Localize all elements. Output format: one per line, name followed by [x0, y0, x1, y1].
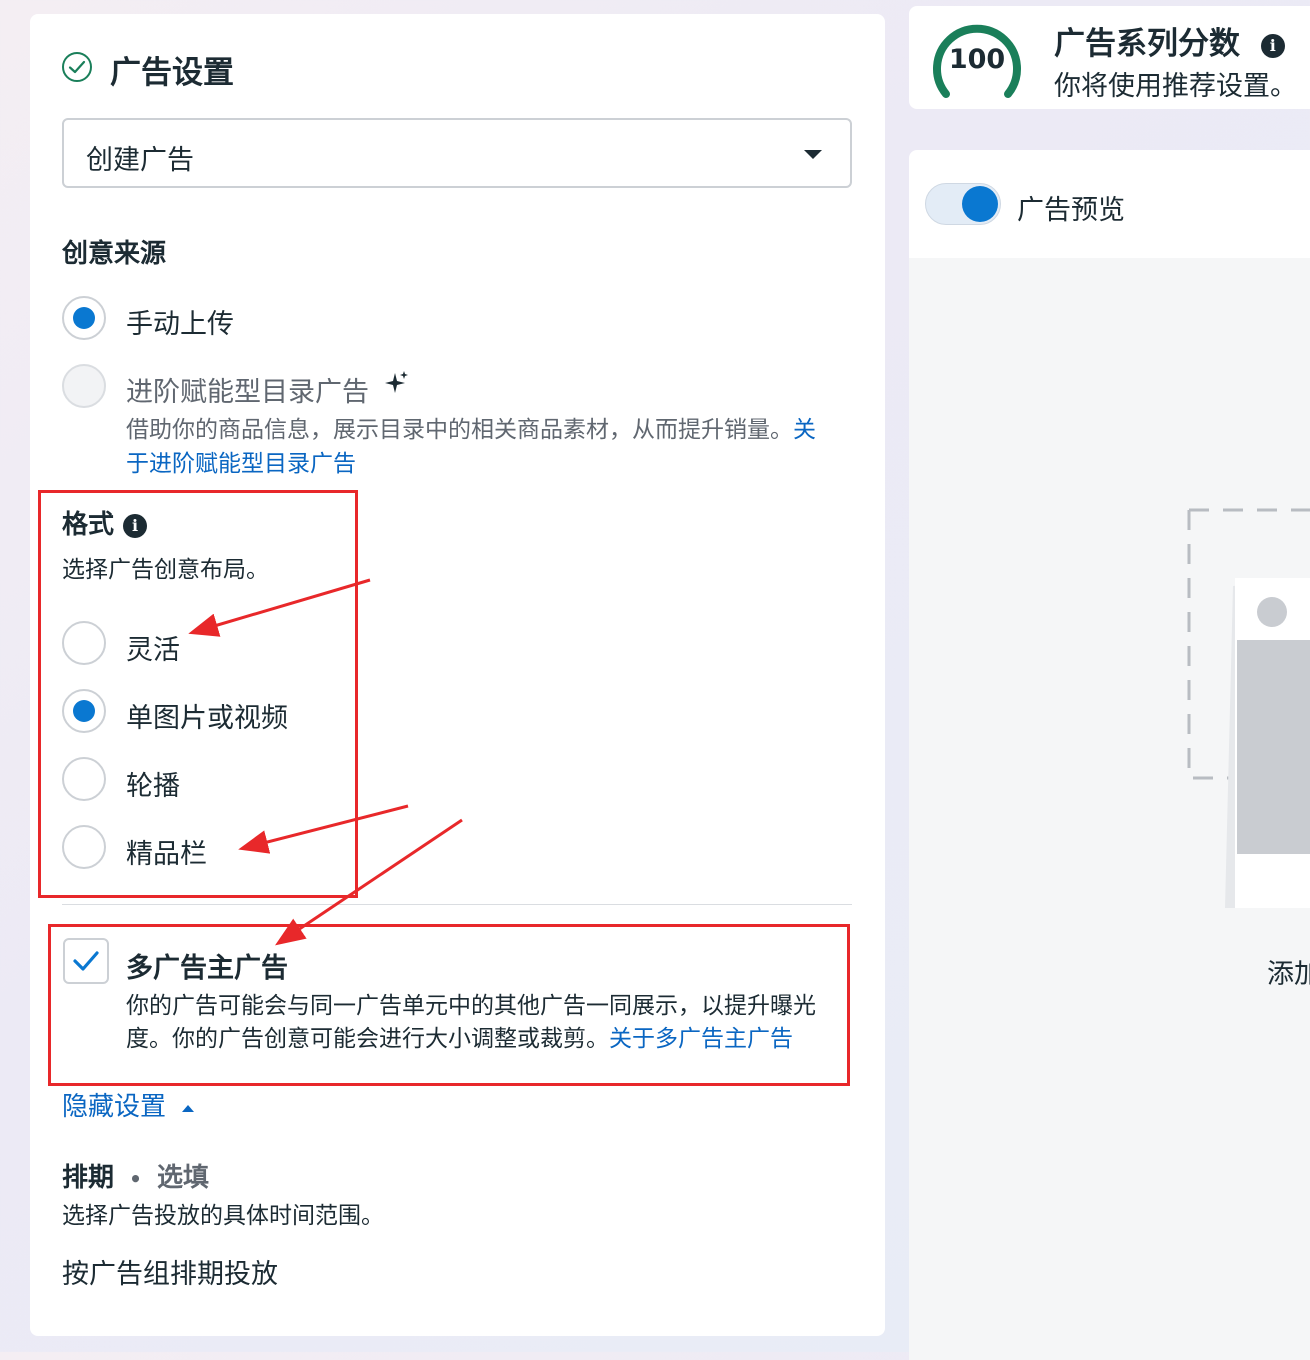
preview-label: 广告预览 [1017, 195, 1125, 226]
caret-down-icon [804, 150, 822, 159]
section-title: 广告设置 [110, 55, 234, 91]
create-ad-select-value: 创建广告 [86, 145, 194, 176]
campaign-score-title: 广告系列分数 i [1054, 18, 1285, 63]
radio-format-single-image[interactable] [62, 689, 106, 733]
radio-advantage-catalog-label: 进阶赋能型目录广告 [126, 377, 369, 408]
advantage-catalog-link-part1[interactable]: 关 [793, 417, 816, 443]
advantage-catalog-desc-text: 借助你的商品信息，展示目录中的相关商品素材，从而提升销量。 [126, 417, 793, 443]
radio-format-collection-label: 精品栏 [126, 839, 207, 870]
campaign-score-title-text: 广告系列分数 [1054, 26, 1240, 62]
preview-toggle[interactable] [925, 183, 1001, 225]
radio-format-collection[interactable] [62, 825, 106, 869]
campaign-score-subtitle: 你将使用推荐设置。 [1054, 71, 1297, 102]
score-value: 100 [948, 44, 1006, 75]
schedule-optional: 选填 [156, 1163, 209, 1193]
hide-settings-link[interactable]: 隐藏设置 [62, 1086, 196, 1123]
format-heading-text: 格式 [62, 510, 115, 540]
radio-format-carousel-label: 轮播 [126, 771, 180, 802]
schedule-heading: 排期 • 选填 [62, 1157, 209, 1194]
checkmark-icon [73, 951, 99, 971]
check-circle-icon [62, 52, 92, 82]
section-divider [62, 904, 852, 905]
radio-format-single-image-label: 单图片或视频 [126, 703, 288, 734]
ad-preview-card: 广告预览 添加 [909, 150, 1310, 1360]
info-icon[interactable]: i [1260, 33, 1285, 58]
multi-advertiser-desc-line1: 你的广告可能会与同一广告单元中的其他广告一同展示，以提升曝光 [126, 993, 816, 1019]
hide-settings-text: 隐藏设置 [62, 1092, 167, 1122]
sparkle-icon [385, 371, 408, 393]
multi-advertiser-link[interactable]: 关于多广告主广告 [609, 1026, 793, 1052]
advantage-catalog-link[interactable]: 于进阶赋能型目录广告 [126, 444, 356, 478]
multi-advertiser-desc-text: 度。你的广告创意可能会进行大小调整或裁剪。 [126, 1026, 609, 1052]
format-heading: 格式 i [62, 504, 148, 541]
creative-source-heading: 创意来源 [62, 239, 167, 269]
radio-format-flexible-label: 灵活 [126, 635, 180, 666]
caret-up-icon [182, 1104, 195, 1112]
campaign-score-card: 100 广告系列分数 i 你将使用推荐设置。 [909, 6, 1310, 109]
schedule-option[interactable]: 按广告组排期投放 [62, 1252, 278, 1291]
preview-canvas: 添加 [909, 258, 1310, 1360]
radio-format-flexible[interactable] [62, 621, 106, 665]
radio-manual-upload-label: 手动上传 [126, 309, 234, 340]
info-icon[interactable]: i [123, 513, 148, 538]
multi-advertiser-label: 多广告主广告 [126, 953, 288, 984]
create-ad-select[interactable]: 创建广告 [62, 118, 852, 188]
advantage-catalog-description: 借助你的商品信息，展示目录中的相关商品素材，从而提升销量。关 [126, 410, 816, 444]
multi-advertiser-checkbox[interactable] [63, 938, 109, 984]
separator-dot-icon: • [129, 1167, 142, 1191]
radio-format-carousel[interactable] [62, 757, 106, 801]
add-media-text[interactable]: 添加 [1267, 952, 1310, 991]
radio-manual-upload[interactable] [62, 296, 106, 340]
radio-advantage-catalog[interactable] [62, 364, 106, 408]
schedule-heading-text: 排期 [62, 1163, 115, 1193]
format-subtitle: 选择广告创意布局。 [62, 557, 269, 583]
multi-advertiser-desc-line2: 度。你的广告创意可能会进行大小调整或裁剪。关于多广告主广告 [126, 1019, 793, 1053]
schedule-description: 选择广告投放的具体时间范围。 [62, 1203, 384, 1229]
preview-toggle-knob [962, 186, 998, 222]
ad-settings-card: 广告设置 创建广告 创意来源 手动上传 进阶赋能型目录广告 借助你的商品信息，展… [30, 14, 885, 1336]
